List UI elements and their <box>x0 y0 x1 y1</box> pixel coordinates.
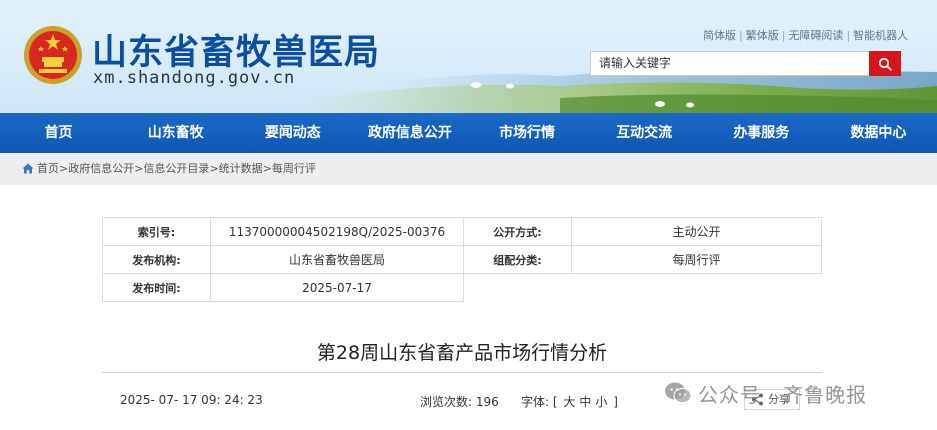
site-header: 山东省畜牧兽医局 xm.shandong.gov.cn 简体版 | 繁体版 | 无障碍阅… <box>0 0 937 113</box>
open-mode-label: 公开方式: <box>463 217 572 246</box>
top-links: 简体版 | 繁体版 | 无障碍阅读 | 智能机器人 <box>703 27 908 43</box>
breadcrumb: 首页>政府信息公开>信息公开目录>统计数据>每周行评 <box>0 153 937 185</box>
breadcrumb-weekly-review[interactable]: 每周行评 <box>272 162 316 175</box>
watermark-text: 公众号 · 齐鲁晚报 <box>698 382 868 407</box>
font-size-control: 字体: [ 大中小 ] <box>521 393 618 410</box>
view-count-label: 浏览次数: <box>420 395 473 409</box>
national-emblem-icon <box>24 26 82 84</box>
publisher-label: 发布机构: <box>102 245 211 274</box>
font-size-medium[interactable]: 中 <box>579 395 591 409</box>
nav-item-shandong-livestock[interactable]: 山东畜牧 <box>117 113 234 153</box>
nav-item-news[interactable]: 要闻动态 <box>234 113 351 153</box>
font-size-large[interactable]: 大 <box>563 395 575 409</box>
breadcrumb-separator: > <box>262 162 272 175</box>
nav-item-home[interactable]: 首页 <box>0 113 117 153</box>
publish-time: 2025- 07- 17 09: 24: 23 <box>120 393 263 407</box>
view-count-value: 196 <box>475 395 499 409</box>
breadcrumb-catalog[interactable]: 信息公开目录 <box>143 162 209 175</box>
article-title: 第28周山东省畜产品市场行情分析 <box>316 342 608 364</box>
title-divider <box>102 372 822 373</box>
nav-item-interaction[interactable]: 互动交流 <box>586 113 703 153</box>
open-mode-value: 主动公开 <box>571 217 822 246</box>
accessibility-link[interactable]: 无障碍阅读 <box>788 29 843 42</box>
breadcrumb-separator: > <box>209 162 219 175</box>
view-count: 浏览次数: 196 <box>420 393 499 410</box>
empty-cell <box>464 274 822 302</box>
link-separator: | <box>781 29 786 42</box>
font-bracket-close: ] <box>613 395 618 409</box>
link-separator: | <box>739 29 743 42</box>
nav-item-data-center[interactable]: 数据中心 <box>820 113 937 153</box>
document-meta-table: 索引号: 11370000004502198Q/2025-00376 公开方式:… <box>102 217 822 302</box>
table-row: 发布机构: 山东省畜牧兽医局 组配分类: 每周行评 <box>102 245 822 274</box>
font-size-label: 字体: <box>521 395 550 409</box>
breadcrumb-statistics[interactable]: 统计数据 <box>219 162 263 175</box>
category-value: 每周行评 <box>571 245 822 274</box>
index-number-value: 11370000004502198Q/2025-00376 <box>210 217 464 246</box>
pub-date-value: 2025-07-17 <box>210 273 464 302</box>
publisher-value: 山东省畜牧兽医局 <box>210 245 464 274</box>
smart-robot-link[interactable]: 智能机器人 <box>853 29 908 42</box>
nav-item-services[interactable]: 办事服务 <box>703 113 820 153</box>
search-button[interactable] <box>869 51 901 76</box>
nav-item-gov-info[interactable]: 政府信息公开 <box>351 113 468 153</box>
breadcrumb-home[interactable]: 首页 <box>37 162 59 175</box>
home-icon <box>22 163 34 173</box>
nav-item-market[interactable]: 市场行情 <box>469 113 586 153</box>
site-domain: xm.shandong.gov.cn <box>93 68 296 88</box>
font-bracket-open: [ <box>552 395 558 409</box>
wechat-watermark: 公众号 · 齐鲁晚报 <box>664 378 867 408</box>
search-icon <box>878 57 892 71</box>
search-input[interactable]: 请输入关键字 <box>590 51 870 76</box>
wechat-icon <box>665 382 692 403</box>
breadcrumb-gov-info[interactable]: 政府信息公开 <box>68 162 134 175</box>
traditional-chinese-link[interactable]: 繁体版 <box>746 29 779 42</box>
simplified-chinese-link[interactable]: 简体版 <box>703 29 736 42</box>
pub-date-label: 发布时间: <box>102 273 211 302</box>
main-nav: 首页 山东畜牧 要闻动态 政府信息公开 市场行情 互动交流 办事服务 数据中心 <box>0 113 937 153</box>
table-row: 发布时间: 2025-07-17 <box>102 273 822 302</box>
category-label: 组配分类: <box>463 245 572 274</box>
index-number-label: 索引号: <box>102 217 211 246</box>
breadcrumb-separator: > <box>59 162 69 175</box>
font-size-small[interactable]: 小 <box>595 395 607 409</box>
table-row: 索引号: 11370000004502198Q/2025-00376 公开方式:… <box>102 217 822 246</box>
link-separator: | <box>846 29 851 42</box>
